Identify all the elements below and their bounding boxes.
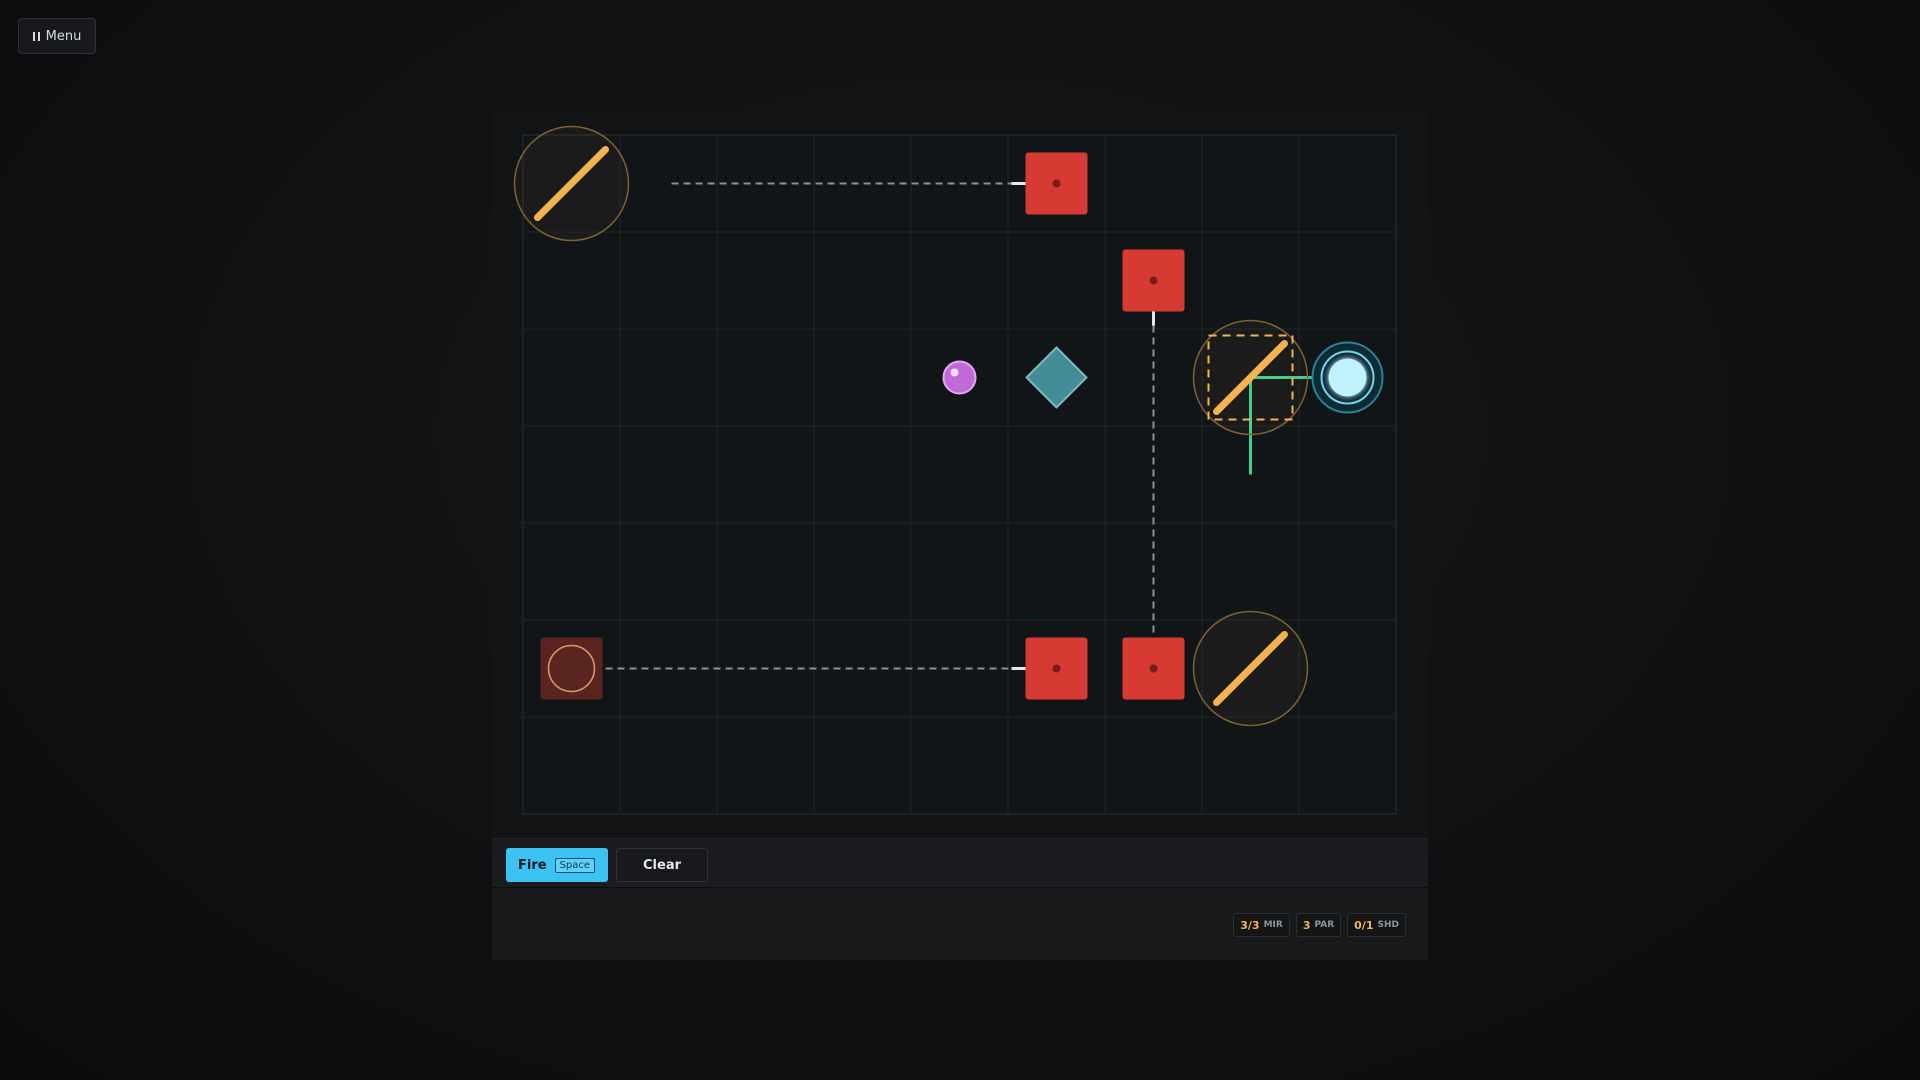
menu-button[interactable]: Menu: [18, 18, 96, 54]
stats-group: 3/3 MIR 3 PAR 0/1 SHD: [1233, 913, 1406, 937]
game-board[interactable]: [492, 112, 1428, 838]
stat-mirrors: 3/3 MIR: [1233, 913, 1290, 937]
toolbar: Fire Space Clear: [492, 838, 1428, 888]
menu-label: Menu: [45, 28, 82, 44]
target-port: [1052, 664, 1061, 673]
laser-emitter[interactable]: [1328, 358, 1367, 397]
orb-highlight: [950, 368, 959, 377]
status-bar: 3/3 MIR 3 PAR 0/1 SHD: [492, 888, 1428, 960]
stat-par: 3 PAR: [1295, 913, 1342, 937]
target-port: [1149, 276, 1158, 285]
fire-label: Fire: [518, 857, 547, 873]
energy-orb: [942, 360, 977, 395]
fire-button[interactable]: Fire Space: [506, 848, 608, 882]
game-panel: Fire Space Clear 3/3 MIR 3 PAR 0/1 SHD: [492, 112, 1428, 960]
fire-key-hint: Space: [554, 857, 596, 873]
target-port: [1052, 179, 1061, 188]
stat-shield: 0/1 SHD: [1347, 913, 1406, 937]
pause-icon: [32, 31, 40, 41]
clear-button[interactable]: Clear: [616, 848, 708, 882]
